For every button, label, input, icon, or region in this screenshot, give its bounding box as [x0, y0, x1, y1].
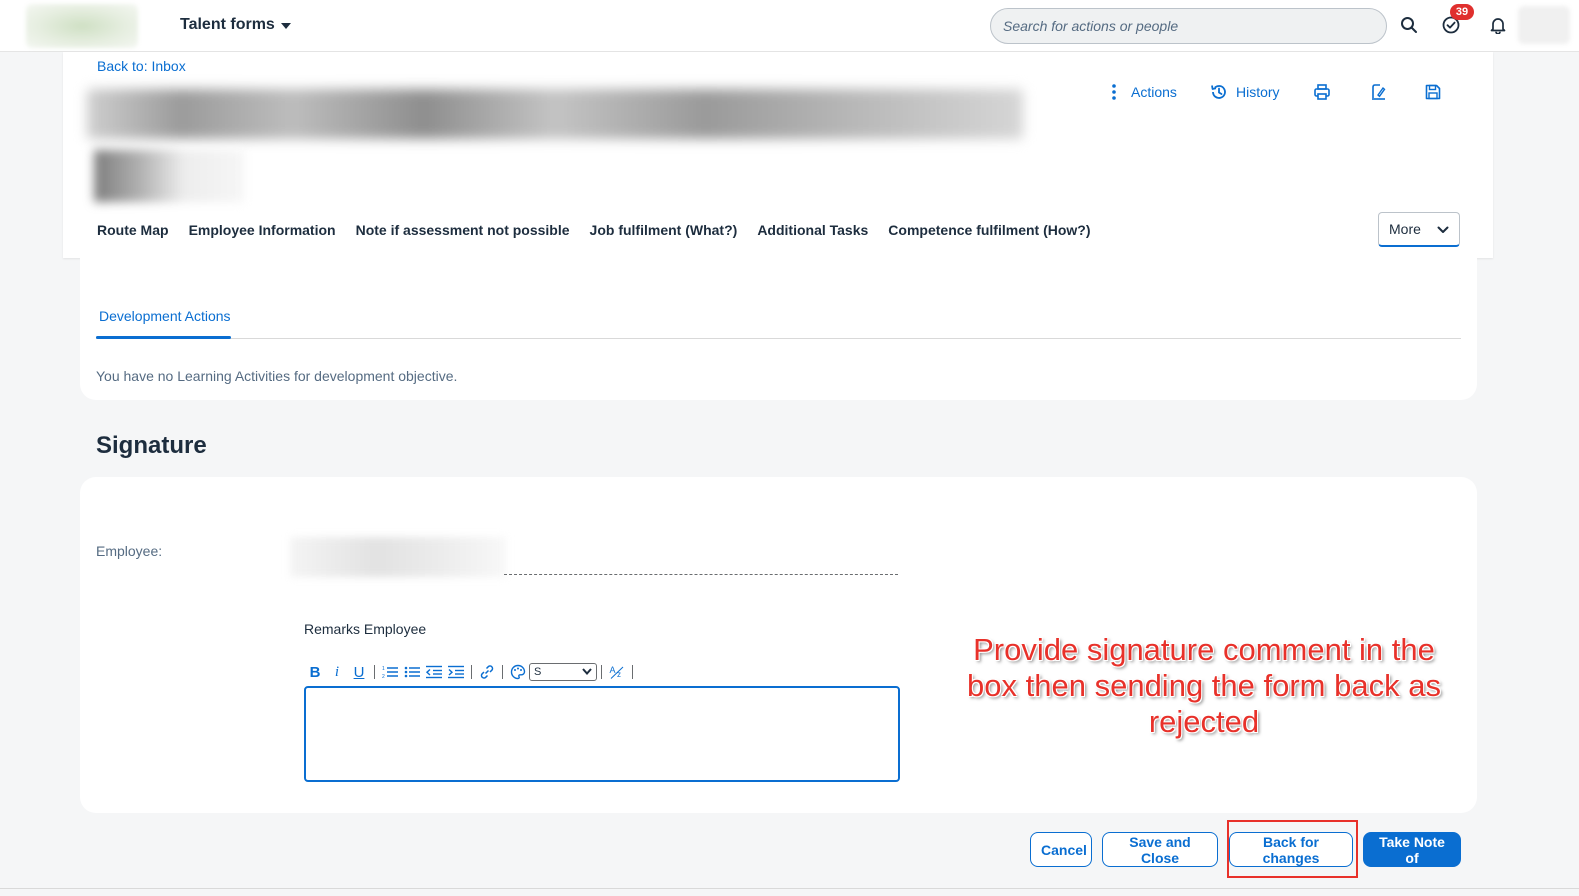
development-actions-card: Development Actions You have no Learning… — [80, 258, 1477, 400]
tab-divider — [96, 338, 1461, 339]
active-tab-indicator — [96, 336, 231, 339]
toolbar-separator — [374, 665, 375, 679]
rich-text-toolbar: B i U 12 S Az — [304, 661, 637, 683]
svg-text:1: 1 — [382, 666, 385, 672]
toolbar-separator — [502, 665, 503, 679]
form-title-redacted — [87, 89, 1023, 139]
signature-icon — [1367, 81, 1389, 103]
indent-icon[interactable] — [445, 661, 467, 683]
history-button[interactable]: History — [1208, 80, 1280, 104]
color-palette-icon[interactable] — [507, 661, 529, 683]
company-logo[interactable] — [26, 4, 138, 48]
print-button[interactable] — [1311, 80, 1333, 104]
bullet-list-icon[interactable] — [401, 661, 423, 683]
sign-document-button[interactable] — [1367, 80, 1389, 104]
printer-icon — [1311, 81, 1333, 103]
save-icon — [1422, 81, 1444, 103]
history-label: History — [1236, 84, 1280, 100]
outdent-icon[interactable] — [423, 661, 445, 683]
user-avatar[interactable] — [1518, 6, 1570, 44]
notification-count-badge: 39 — [1450, 4, 1474, 20]
more-tabs-dropdown[interactable]: More — [1378, 212, 1460, 247]
employee-avatar-redacted — [94, 150, 244, 202]
section-tabs: Route Map Employee Information Note if a… — [97, 222, 1111, 238]
link-icon[interactable] — [476, 661, 498, 683]
signature-heading: Signature — [96, 432, 207, 459]
toolbar-separator — [632, 665, 633, 679]
spellcheck-icon[interactable]: Az — [606, 661, 628, 683]
save-and-close-button[interactable]: Save and Close — [1102, 832, 1218, 867]
actions-label: Actions — [1131, 84, 1177, 100]
shell-bar: Talent forms 39 — [0, 0, 1579, 52]
italic-icon[interactable]: i — [326, 661, 348, 683]
bottom-divider — [0, 888, 1579, 889]
search-icon[interactable] — [1398, 14, 1420, 36]
highlight-box — [1227, 820, 1358, 878]
toolbar-separator — [601, 665, 602, 679]
tab-development-actions[interactable]: Development Actions — [99, 308, 231, 324]
take-note-of-button[interactable]: Take Note of — [1363, 832, 1461, 867]
toolbar-separator — [471, 665, 472, 679]
signature-line — [504, 574, 898, 575]
caret-down-icon — [280, 23, 291, 29]
chevron-down-icon — [1437, 221, 1449, 237]
numbered-list-icon[interactable]: 12 — [379, 661, 401, 683]
font-size-select[interactable]: S — [529, 663, 597, 681]
employee-label: Employee: — [96, 543, 163, 559]
remarks-label: Remarks Employee — [304, 621, 427, 637]
tab-competence-fulfilment[interactable]: Competence fulfilment (How?) — [888, 222, 1090, 238]
no-learning-activities-message: You have no Learning Activities for deve… — [96, 368, 458, 384]
cancel-button[interactable]: Cancel — [1030, 832, 1092, 867]
remarks-employee-textarea[interactable] — [304, 686, 900, 782]
search-input[interactable] — [990, 8, 1387, 44]
form-header: Back to: Inbox Actions History Route Map… — [63, 52, 1493, 258]
vertical-dots-icon — [1103, 81, 1125, 103]
tab-job-fulfilment[interactable]: Job fulfilment (What?) — [590, 222, 738, 238]
history-icon — [1208, 81, 1230, 103]
save-button[interactable] — [1422, 80, 1444, 104]
font-size-value: S — [534, 666, 542, 678]
more-label: More — [1389, 221, 1421, 237]
back-to-inbox-link[interactable]: Back to: Inbox — [97, 58, 186, 74]
instruction-annotation: Provide signature comment in the box the… — [967, 632, 1441, 739]
chevron-down-icon — [582, 666, 592, 678]
svg-text:A: A — [610, 665, 616, 675]
employee-name-redacted — [290, 537, 506, 577]
tab-additional-tasks[interactable]: Additional Tasks — [757, 222, 868, 238]
bold-icon[interactable]: B — [304, 661, 326, 683]
actions-button[interactable]: Actions — [1103, 80, 1177, 104]
tab-employee-information[interactable]: Employee Information — [189, 222, 336, 238]
tab-route-map[interactable]: Route Map — [97, 222, 169, 238]
bell-icon[interactable] — [1487, 14, 1509, 36]
underline-icon[interactable]: U — [348, 661, 370, 683]
app-title: Talent forms — [180, 16, 275, 33]
app-switcher[interactable]: Talent forms — [180, 16, 291, 34]
svg-text:2: 2 — [382, 674, 385, 679]
tab-note-assessment[interactable]: Note if assessment not possible — [356, 222, 570, 238]
